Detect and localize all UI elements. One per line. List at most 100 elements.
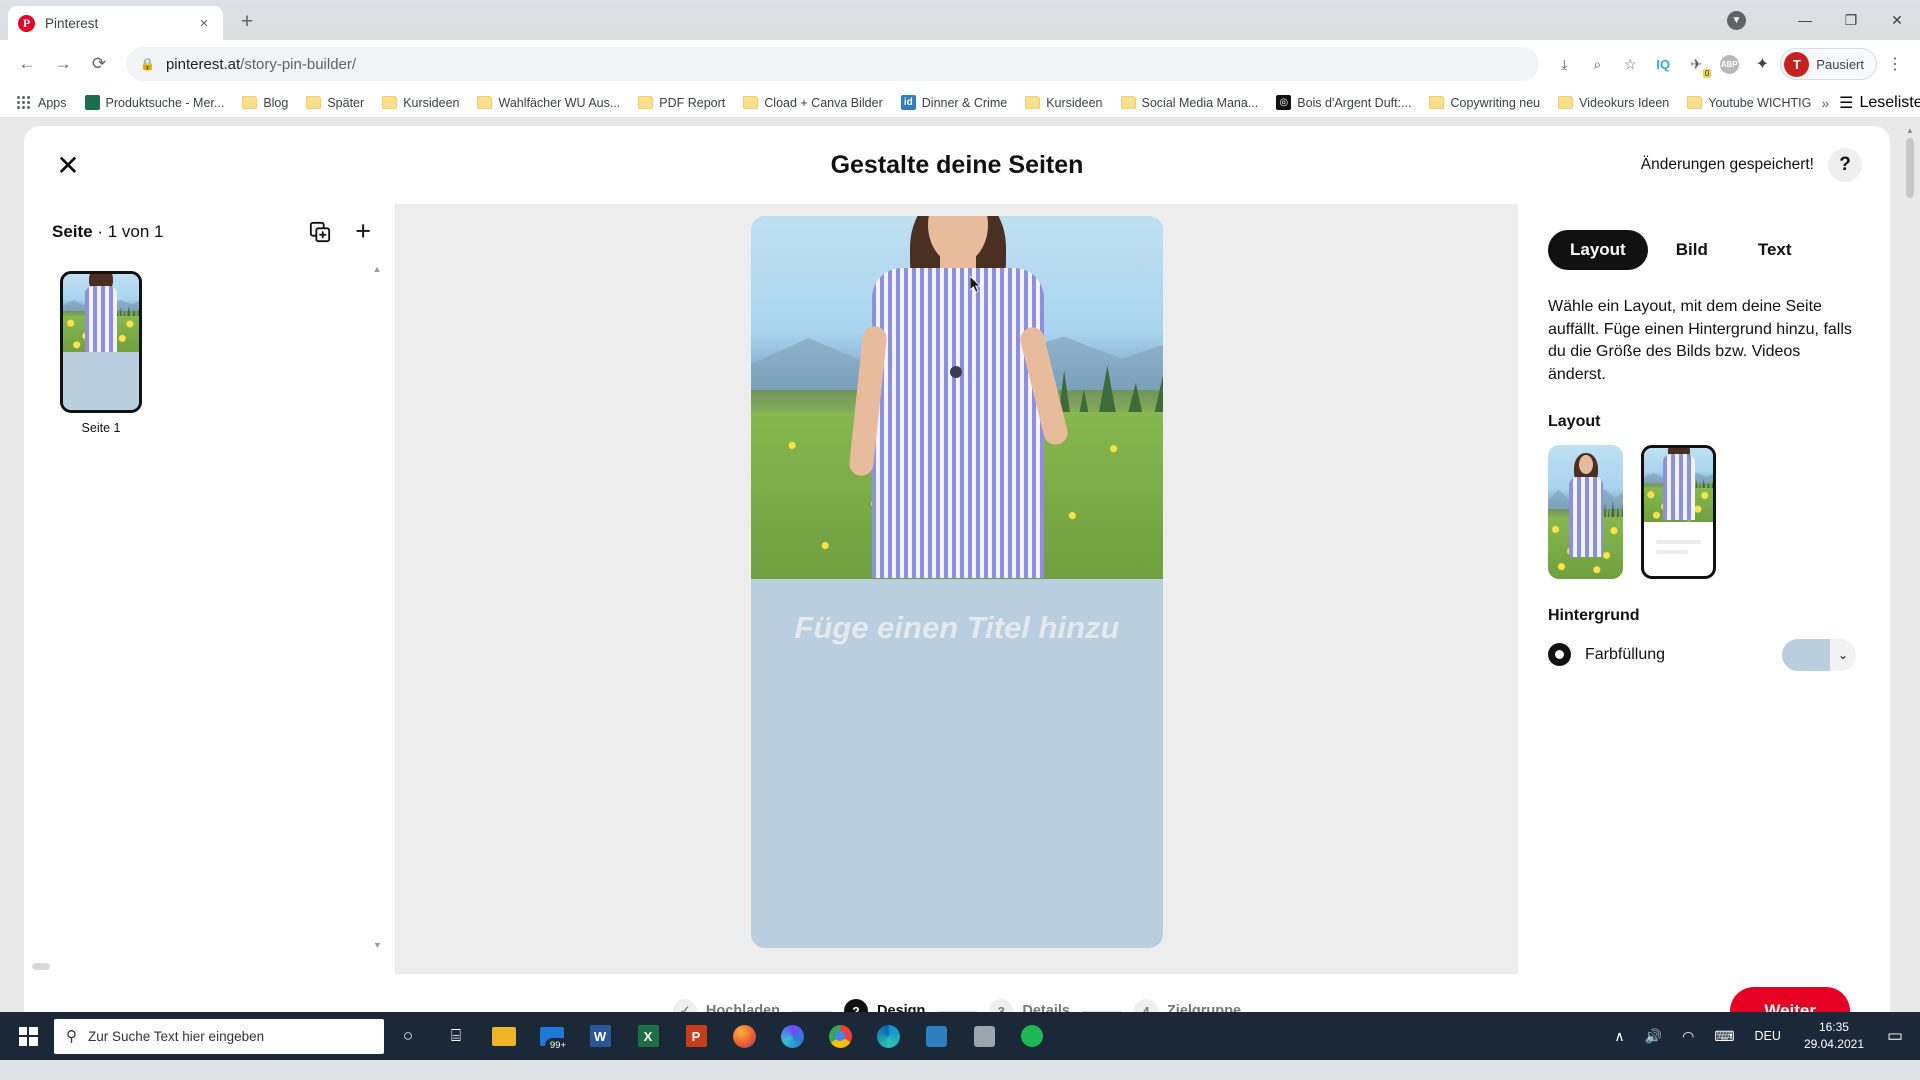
chrome-menu-icon[interactable]: ⋮ (1880, 49, 1910, 79)
split-layout-option[interactable] (1641, 444, 1716, 579)
search-input[interactable]: ⚲ Zur Suche Text hier eingeben (54, 1018, 384, 1054)
page-thumbnail-item[interactable]: Seite 1 (60, 271, 142, 435)
excel-icon[interactable]: X (624, 1012, 672, 1060)
chrome-icon[interactable] (816, 1012, 864, 1060)
mail-icon[interactable]: 99+ (528, 1012, 576, 1060)
tab-text[interactable]: Text (1736, 230, 1814, 270)
split-layout-preview-text (1644, 522, 1713, 560)
bookmark-item[interactable]: Blog (234, 93, 296, 113)
task-view-icon[interactable]: ⌸ (432, 1012, 480, 1060)
reading-list-button[interactable]: ☰ Leseliste (1839, 93, 1920, 113)
bookmark-item[interactable]: Wahlfächer WU Aus... (469, 93, 628, 113)
scroll-up-icon[interactable]: ▲ (1906, 126, 1914, 135)
folder-icon (743, 96, 759, 109)
store-icon[interactable] (912, 1012, 960, 1060)
maximize-button[interactable]: ❐ (1828, 0, 1874, 40)
firefox-icon[interactable] (720, 1012, 768, 1060)
abp-glyph: ABP (1719, 54, 1739, 74)
tab-bild[interactable]: Bild (1654, 230, 1730, 270)
bookmark-item[interactable]: Kursideen (374, 93, 467, 113)
zoom-icon[interactable]: ⌕ (1582, 49, 1612, 79)
install-icon[interactable]: ⤓ (1549, 49, 1579, 79)
spotify-icon[interactable] (1008, 1012, 1056, 1060)
bookmark-item[interactable]: Copywriting neu (1421, 93, 1548, 113)
photos-icon[interactable] (960, 1012, 1008, 1060)
browser-tab[interactable]: P Pinterest × (8, 6, 223, 40)
pages-scrollbar[interactable]: ▲ ▼ (371, 264, 383, 950)
page-thumbnail[interactable] (60, 271, 142, 413)
tab-strip: P Pinterest × + ▼ — ❐ ✕ (0, 0, 1920, 40)
forward-icon[interactable]: → (46, 47, 80, 81)
close-icon[interactable]: ✕ (52, 149, 84, 181)
show-hidden-icons[interactable]: ∧ (1605, 1012, 1633, 1060)
iq-extension-icon[interactable]: IQ (1648, 49, 1678, 79)
language-indicator[interactable]: DEU (1746, 1012, 1790, 1060)
download-indicator-icon[interactable]: ▼ (1727, 10, 1746, 30)
bookmark-item[interactable]: Produktsuche - Mer... (77, 92, 233, 113)
file-explorer-icon[interactable] (480, 1012, 528, 1060)
puzzle-extensions-icon[interactable]: ✦ (1747, 49, 1777, 79)
scroll-up-icon[interactable]: ▲ (371, 264, 383, 274)
address-bar[interactable]: 🔒 pinterest.at/story-pin-builder/ (126, 47, 1540, 81)
bookmark-item[interactable]: Videokurs Ideen (1550, 93, 1677, 113)
page-scrollbar[interactable]: ▲ ▼ (1904, 126, 1916, 1048)
windows-logo-icon[interactable] (4, 1012, 52, 1060)
tab-layout[interactable]: Layout (1548, 230, 1648, 270)
adblock-plus-icon[interactable]: ABP (1714, 49, 1744, 79)
close-window-button[interactable]: ✕ (1874, 0, 1920, 40)
bookmark-label: Videokurs Ideen (1579, 95, 1670, 110)
clock[interactable]: 16:35 29.04.2021 (1792, 1019, 1876, 1053)
network-icon[interactable]: ◠ (1673, 1012, 1703, 1060)
cortana-icon[interactable]: ○ (384, 1012, 432, 1060)
new-tab-button[interactable]: + (231, 6, 263, 38)
scroll-thumb[interactable] (1906, 138, 1914, 198)
volume-icon[interactable]: 🔊 (1636, 1012, 1671, 1060)
bookmark-star-icon[interactable]: ☆ (1615, 49, 1645, 79)
close-icon[interactable]: × (195, 14, 213, 32)
reload-icon[interactable]: ⟳ (82, 47, 116, 81)
profile-button[interactable]: T Pausiert (1780, 48, 1877, 80)
page-counter-bold: Seite (52, 221, 93, 241)
color-fill-radio[interactable] (1548, 643, 1571, 667)
edge-icon[interactable] (864, 1012, 912, 1060)
bookmark-item[interactable]: Cload + Canva Bilder (735, 93, 890, 113)
pages-hscrollbar[interactable] (32, 963, 379, 970)
browser-toolbar: ← → ⟳ 🔒 pinterest.at/story-pin-builder/ … (0, 40, 1920, 88)
edge-legacy-icon[interactable] (768, 1012, 816, 1060)
bookmark-item[interactable]: ◎ Bois d'Argent Duft:... (1268, 92, 1419, 113)
keyboard-icon[interactable]: ⌨ (1705, 1012, 1743, 1060)
folder-icon (242, 96, 258, 109)
bookmark-label: Produktsuche - Mer... (105, 95, 225, 110)
pages-panel: Seite · 1 von 1 + Seite 1 ▲ ▼ (24, 204, 396, 974)
canvas-photo[interactable] (751, 216, 1163, 579)
modal-body: Seite · 1 von 1 + Seite 1 ▲ ▼ Füge einen… (24, 204, 1890, 974)
color-picker-dropdown[interactable]: ⌄ (1782, 638, 1856, 671)
bookmarks-overflow-icon[interactable]: » (1821, 95, 1829, 111)
help-icon[interactable]: ? (1828, 148, 1862, 182)
scroll-track[interactable] (374, 280, 380, 950)
hscroll-thumb[interactable] (32, 963, 50, 970)
folder-icon (1120, 96, 1136, 109)
powerpoint-icon[interactable]: P (672, 1012, 720, 1060)
add-page-icon[interactable]: + (355, 218, 371, 245)
bookmark-item[interactable]: Später (298, 93, 372, 113)
bookmark-item[interactable]: PDF Report (630, 93, 733, 113)
duplicate-page-icon[interactable] (309, 221, 331, 243)
folder-icon (1429, 96, 1445, 109)
scroll-down-icon[interactable]: ▼ (373, 940, 382, 950)
full-bleed-layout-option[interactable] (1548, 444, 1623, 579)
bookmark-item[interactable]: Social Media Mana... (1113, 93, 1267, 113)
story-pin-canvas[interactable]: Füge einen Titel hinzu (751, 216, 1163, 948)
bookmark-item[interactable]: Youtube WICHTIG (1679, 93, 1819, 113)
bookmark-item[interactable]: id Dinner & Crime (893, 92, 1015, 113)
canvas-title-placeholder[interactable]: Füge einen Titel hinzu (785, 609, 1129, 647)
notifications-icon[interactable]: ▭ (1878, 1012, 1912, 1060)
back-icon[interactable]: ← (10, 47, 44, 81)
minimize-button[interactable]: — (1782, 0, 1828, 40)
canvas-title-area[interactable]: Füge einen Titel hinzu (751, 579, 1163, 647)
bookmark-apps[interactable]: Apps (8, 92, 75, 114)
bird-extension-icon[interactable]: ✈ 0 (1681, 49, 1712, 79)
bookmark-item[interactable]: Kursideen (1017, 93, 1110, 113)
page-counter: Seite · 1 von 1 (52, 222, 164, 242)
word-icon[interactable]: W (576, 1012, 624, 1060)
